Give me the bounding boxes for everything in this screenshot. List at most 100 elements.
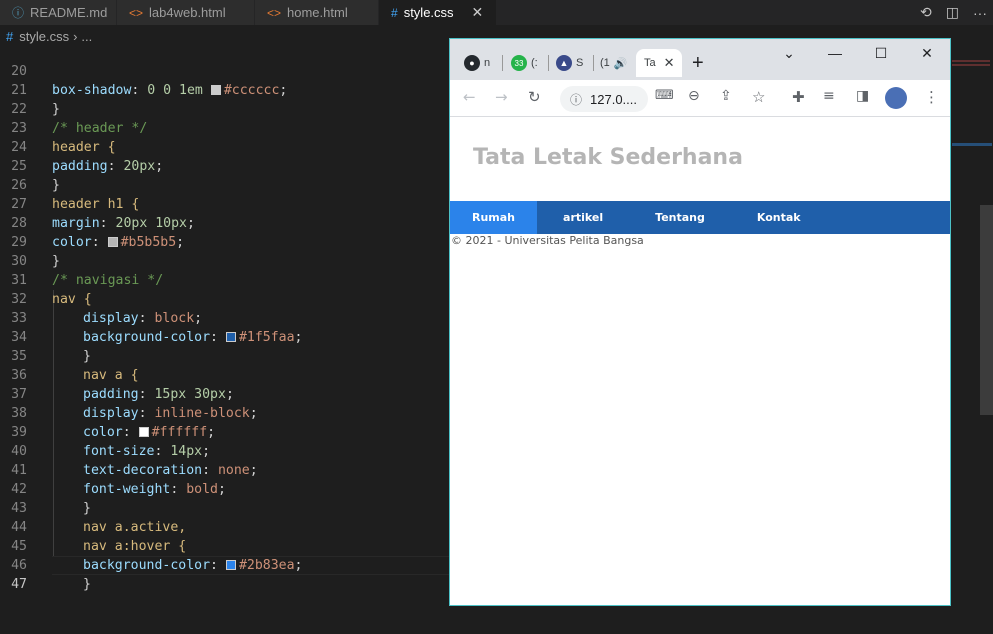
code-line: 22 /* header */ <box>0 81 147 136</box>
tab-label: home.html <box>287 5 348 20</box>
color-swatch[interactable] <box>138 427 149 437</box>
tab-home[interactable]: <> home.html <box>255 0 379 25</box>
code-text: header h1 { <box>52 197 140 212</box>
translate-icon[interactable]: ⌨ <box>655 88 674 103</box>
code-text: } <box>52 254 60 269</box>
browser-tab[interactable]: ● n <box>464 49 490 77</box>
code-text: header { <box>52 140 116 155</box>
code-line: 21 } <box>0 62 60 117</box>
bookmark-star-icon[interactable]: ☆ <box>752 88 765 106</box>
browser-tab[interactable]: (1 🔊 <box>600 49 627 77</box>
code-line: 41 font-weight: bold; <box>0 442 226 497</box>
nav-link-kontak[interactable]: Kontak <box>731 201 827 234</box>
editor-scrollbar[interactable] <box>980 205 993 415</box>
tab-readme[interactable]: ⓘ README.md <box>0 0 117 25</box>
code-text: } <box>52 178 60 193</box>
back-icon[interactable]: ← <box>463 88 476 106</box>
color-swatch[interactable] <box>225 560 236 570</box>
share-icon[interactable]: ⇪ <box>720 88 732 104</box>
code-text: padding: 15px 30px; <box>83 387 234 402</box>
code-text: font-size: 14px; <box>83 444 211 459</box>
browser-tab-label: (: <box>531 57 538 69</box>
code-text: display: inline-block; <box>83 406 258 421</box>
code-line: 45 background-color: #2b83ea; <box>0 518 302 573</box>
color-swatch[interactable] <box>210 85 221 95</box>
code-line: 35 nav a { <box>0 328 138 383</box>
browser-tab[interactable]: 33 (: <box>511 49 538 77</box>
more-icon[interactable]: ··· <box>973 5 987 21</box>
code-line: 27 margin: 20px 10px; <box>0 176 195 231</box>
browser-tab-label: S <box>576 57 584 69</box>
forward-icon[interactable]: → <box>495 88 508 106</box>
info-icon: ⓘ <box>12 6 25 20</box>
code-line: 44 nav a:hover { <box>0 499 186 554</box>
reload-icon[interactable]: ↻ <box>528 88 541 106</box>
split-editor-icon[interactable]: ◫ <box>946 4 959 21</box>
code-text: font-weight: bold; <box>83 482 226 497</box>
zoom-icon[interactable]: ⊖ <box>688 88 700 104</box>
code-line: 39 font-size: 14px; <box>0 404 210 459</box>
browser-tab[interactable]: ▲ S <box>556 49 583 77</box>
browser-tab-strip: ● n 33 (: ▲ S (1 🔊 Ta ✕ + ⌄ — ☐ ✕ <box>450 39 950 80</box>
tab-lab4web[interactable]: <> lab4web.html <box>117 0 255 25</box>
timeline-icon[interactable]: ⟲ <box>920 4 932 21</box>
extensions-icon[interactable]: ✚ <box>792 88 805 106</box>
code-text: text-decoration: none; <box>83 463 258 478</box>
editor-actions: ⟲ ◫ ··· <box>920 0 987 25</box>
code-text: } <box>52 102 60 117</box>
code-text: display: block; <box>83 311 203 326</box>
indent-guide <box>53 290 54 556</box>
nav-link-rumah[interactable]: Rumah <box>450 201 538 234</box>
code-line: 31 nav { <box>0 252 92 307</box>
media-control-icon[interactable]: ≡ <box>823 88 835 104</box>
code-line: 32 display: block; <box>0 271 202 326</box>
tab-style-css[interactable]: # style.css ✕ <box>379 0 497 25</box>
close-window-icon[interactable]: ✕ <box>904 39 950 69</box>
nav-link-tentang[interactable]: Tentang <box>629 201 731 234</box>
close-icon[interactable]: ✕ <box>664 55 675 71</box>
window-controls: ⌄ — ☐ ✕ <box>766 39 950 69</box>
browser-tab-active[interactable]: Ta ✕ <box>636 49 682 77</box>
code-line: 36 padding: 15px 30px; <box>0 347 234 402</box>
code-line: 37 display: inline-block; <box>0 366 258 421</box>
new-tab-button[interactable]: + <box>692 52 704 75</box>
side-panel-icon[interactable]: ◨ <box>856 88 869 104</box>
line-number: 47 <box>11 577 27 592</box>
page-title: Tata Letak Sederhana <box>473 145 743 170</box>
code-line: 38 color: #ffffff; <box>0 385 215 440</box>
html-icon: <> <box>129 5 144 20</box>
html-icon: <> <box>267 5 282 20</box>
code-line: 34 } <box>0 309 91 364</box>
code-line: 24 padding: 20px; <box>0 119 163 174</box>
university-logo-icon: ▲ <box>556 55 572 71</box>
color-swatch[interactable] <box>107 237 118 247</box>
code-text: color: #ffffff; <box>83 425 216 440</box>
code-text: } <box>83 349 91 364</box>
code-line: 47 <box>0 556 32 592</box>
color-swatch[interactable] <box>225 332 236 342</box>
css-icon: # <box>391 5 398 20</box>
info-icon[interactable]: ⓘ <box>570 91 582 108</box>
code-text: color: #b5b5b5; <box>52 235 185 250</box>
browser-tab-label: (1 <box>600 57 610 69</box>
code-text: background-color: #1f5faa; <box>83 330 303 345</box>
close-icon[interactable]: ✕ <box>472 4 484 21</box>
code-text: box-shadow: 0 0 1em #cccccc; <box>52 83 288 98</box>
maximize-icon[interactable]: ☐ <box>858 39 904 69</box>
address-bar[interactable]: ⓘ 127.0.... <box>560 86 648 112</box>
minimize-icon[interactable]: — <box>812 39 858 69</box>
tab-label: README.md <box>30 5 108 20</box>
whatsapp-badge-icon: 33 <box>511 55 527 71</box>
code-line: 20 box-shadow: 0 0 1em #cccccc; <box>0 43 287 98</box>
code-text: background-color: #2b83ea; <box>83 558 303 573</box>
code-text: nav a { <box>83 368 139 383</box>
code-text: padding: 20px; <box>52 159 164 174</box>
code-text: nav { <box>52 292 92 307</box>
chevron-down-icon[interactable]: ⌄ <box>766 39 812 69</box>
editor-tab-bar: ⓘ README.md <> lab4web.html <> home.html… <box>0 0 993 25</box>
menu-kebab-icon[interactable]: ⋮ <box>924 88 939 106</box>
avatar[interactable] <box>885 87 907 109</box>
minimap-highlight <box>952 52 992 66</box>
nav-link-artikel[interactable]: artikel <box>537 201 629 234</box>
code-line: 40 text-decoration: none; <box>0 423 258 478</box>
